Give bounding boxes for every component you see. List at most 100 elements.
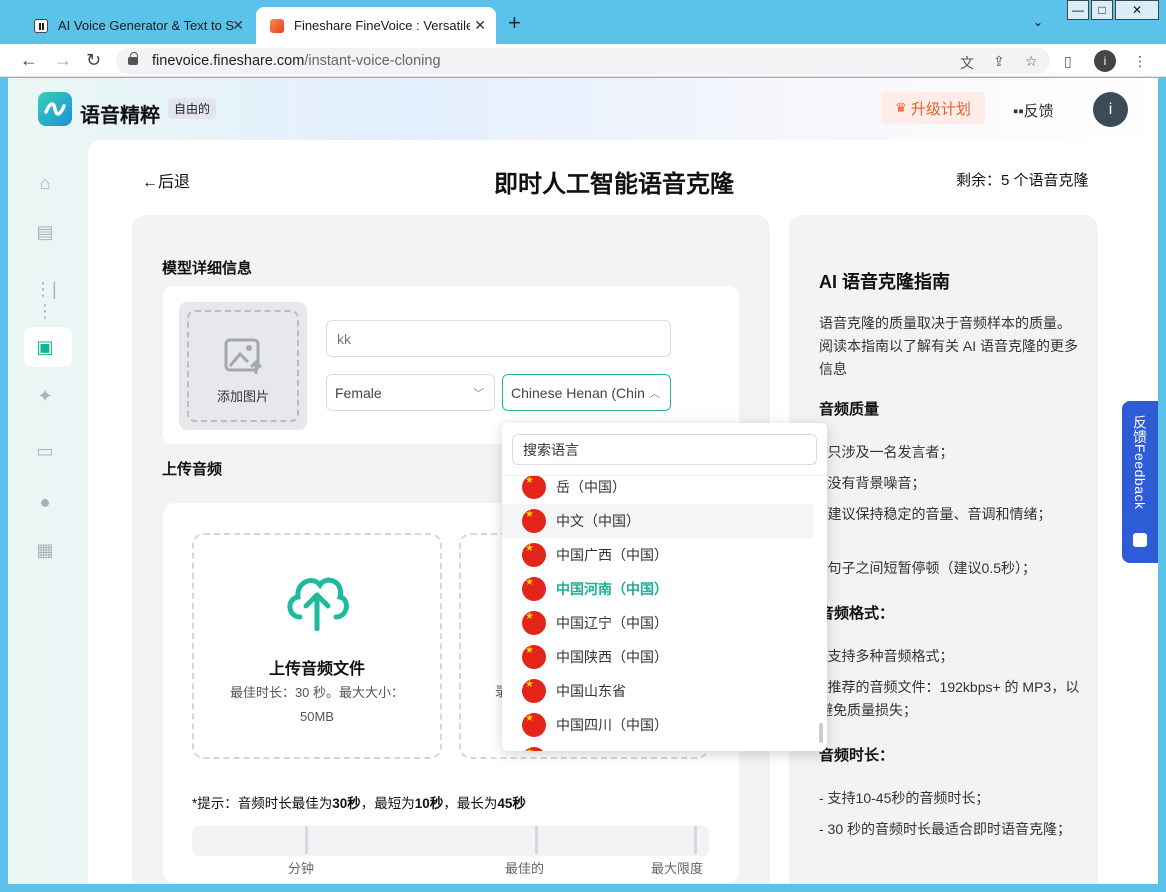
logo-icon[interactable] (38, 92, 72, 126)
address-bar: ← → ↻ finevoice.fineshare.com/instant-vo… (0, 44, 1166, 77)
add-image-button[interactable]: 添加图片 (179, 302, 307, 430)
microphone-icon[interactable]: ● (34, 491, 56, 513)
tip-text: *提示：音频时长最佳为 (192, 796, 333, 811)
tip-best: 30秒 (332, 796, 361, 811)
add-image-dropzone[interactable]: 添加图片 (187, 310, 299, 422)
waveform-icon[interactable]: ⋮|⋮ (34, 278, 57, 321)
quality-item: - 建议保持稳定的音量、音调和情绪； (819, 506, 1052, 522)
upgrade-label: 升级计划 (910, 100, 971, 118)
url-field[interactable]: finevoice.fineshare.com/instant-voice-cl… (116, 48, 1050, 74)
china-flag-icon (522, 645, 546, 669)
china-flag-icon (522, 577, 546, 601)
timeline-label-best: 最佳的 (505, 861, 545, 876)
tip-text: ，最短为 (360, 796, 415, 811)
tip-max: 45秒 (497, 796, 526, 811)
remaining-count: 剩余：5 个语音克隆 (956, 172, 1089, 189)
tab-title: AI Voice Generator & Text to Spe (58, 18, 234, 33)
user-avatar[interactable]: i (1093, 92, 1128, 127)
tab-ai-voice-generator[interactable]: AI Voice Generator & Text to Spe ✕ (20, 7, 254, 44)
side-feedback-tab[interactable]: 反馈Feedback (1122, 401, 1158, 563)
upload-file-desc: 最佳时长：30 秒。最大大小：50MB (229, 685, 405, 724)
china-flag-icon (522, 713, 546, 737)
language-option[interactable]: 中国山东省 (502, 674, 814, 708)
language-search-input[interactable]: 搜索语言 (512, 434, 817, 465)
timeline-marker-max (694, 826, 697, 854)
audio-format-heading: 音频格式： (819, 605, 895, 622)
quality-item: - 没有背景噪音； (819, 475, 926, 491)
model-details-heading: 模型详细信息 (162, 260, 253, 277)
language-list[interactable]: 岳（中国） 中文（中国） 中国广西（中国） 中国河南（中国） 中国辽宁（中国） … (502, 476, 827, 751)
tab-search-chevron-icon[interactable]: ⌄ (1027, 12, 1049, 32)
china-flag-icon (522, 679, 546, 703)
magic-wand-icon[interactable]: ✦ (34, 385, 56, 407)
url-host: finevoice.fineshare.com (152, 53, 305, 69)
chat-bubble-icon[interactable]: ▭ (34, 440, 56, 462)
voice-clone-icon[interactable]: ▣ (34, 336, 56, 358)
audio-duration-heading: 音频时长： (819, 747, 895, 764)
minimize-icon[interactable]: — (1067, 0, 1089, 20)
brand-name[interactable]: 语音精粹 (80, 99, 160, 128)
bookmark-star-icon[interactable]: ☆ (1025, 53, 1038, 70)
cloud-upload-icon (287, 577, 349, 631)
duration-timeline (192, 826, 709, 856)
image-upload-icon (224, 338, 263, 374)
language-option[interactable]: 中国陕西（中国） (502, 640, 814, 674)
notes-icon[interactable]: ▦ (34, 539, 56, 561)
forward-icon[interactable]: → (54, 50, 72, 70)
upload-file-card[interactable]: 上传音频文件 最佳时长：30 秒。最大大小：50MB (192, 533, 442, 759)
home-icon[interactable]: ⌂ (34, 172, 56, 194)
duration-item: - 支持10-45秒的音频时长； (819, 790, 990, 806)
upload-file-title: 上传音频文件 (268, 661, 365, 678)
crown-icon: ♛ (895, 100, 907, 115)
chat-icon: ▪▪ (1013, 103, 1024, 120)
lock-icon (128, 52, 138, 65)
language-option[interactable]: 岳（中国） (502, 476, 814, 504)
china-flag-icon (522, 747, 546, 751)
timeline-label-max: 最大限度 (651, 861, 704, 876)
back-icon[interactable]: ← (20, 50, 38, 70)
duration-item: - 30 秒的音频时长最适合即时语音克隆； (819, 821, 1072, 837)
timeline-label-min: 分钟 (288, 861, 315, 876)
language-select[interactable]: Chinese Henan (China) ︿ (502, 374, 671, 411)
language-option-label: 岳（中国） (556, 479, 626, 495)
language-option-label: 中文（中国） (556, 513, 640, 529)
back-button[interactable]: ←后退 (142, 168, 190, 192)
add-image-label: 添加图片 (216, 389, 269, 404)
translate-icon[interactable]: 文 (960, 53, 974, 73)
gender-select[interactable]: Female ﹀ (326, 374, 495, 411)
language-option-label: 中国山东省 (556, 683, 626, 699)
menu-dots-icon[interactable]: ⋮ (1133, 53, 1147, 70)
language-option[interactable]: 中文（中国） (502, 504, 814, 538)
china-flag-icon (522, 509, 546, 533)
language-option-selected[interactable]: 中国河南（中国） (502, 572, 814, 606)
tip-min: 10秒 (414, 796, 444, 811)
feedback-button[interactable]: ▪▪反馈 (1013, 100, 1054, 121)
language-option[interactable]: 中国广西（中国） (502, 538, 814, 572)
timeline-marker-min (305, 826, 308, 854)
sidepanel-icon[interactable]: ▯ (1064, 53, 1072, 70)
pause-favicon-icon (34, 18, 48, 33)
maximize-icon[interactable]: □ (1091, 0, 1113, 20)
new-tab-icon[interactable]: + (508, 12, 521, 34)
language-option-partial[interactable] (502, 742, 814, 751)
profile-avatar[interactable]: i (1094, 50, 1116, 72)
audio-quality-heading: 音频质量 (819, 401, 880, 418)
guide-intro: 语音克隆的质量取决于音频样本的质量。阅读本指南以了解有关 AI 语音克隆的更多信… (819, 315, 1079, 377)
voice-name-input[interactable]: kk (326, 320, 671, 357)
tab-fineshare[interactable]: Fineshare FineVoice : Versatile A ✕ (256, 7, 496, 44)
feedback-label: 反馈 (1023, 103, 1054, 120)
language-option-label: 中国四川（中国） (556, 717, 668, 733)
china-flag-icon (522, 476, 546, 499)
document-icon[interactable]: ▤ (34, 221, 56, 243)
close-icon[interactable]: ✕ (474, 17, 486, 34)
upload-audio-heading: 上传音频 (162, 461, 223, 478)
close-icon[interactable]: ✕ (232, 17, 244, 34)
dropdown-scrollbar[interactable] (819, 723, 823, 743)
reload-icon[interactable]: ↻ (86, 50, 101, 70)
language-option[interactable]: 中国辽宁（中国） (502, 606, 814, 640)
quality-item: - 只涉及一名发言者； (819, 444, 954, 460)
upgrade-plan-button[interactable]: ♛ 升级计划 (881, 92, 985, 124)
share-icon[interactable]: ⇪ (993, 53, 1005, 70)
language-option[interactable]: 中国四川（中国） (502, 708, 814, 742)
window-close-icon[interactable]: ✕ (1115, 0, 1159, 20)
